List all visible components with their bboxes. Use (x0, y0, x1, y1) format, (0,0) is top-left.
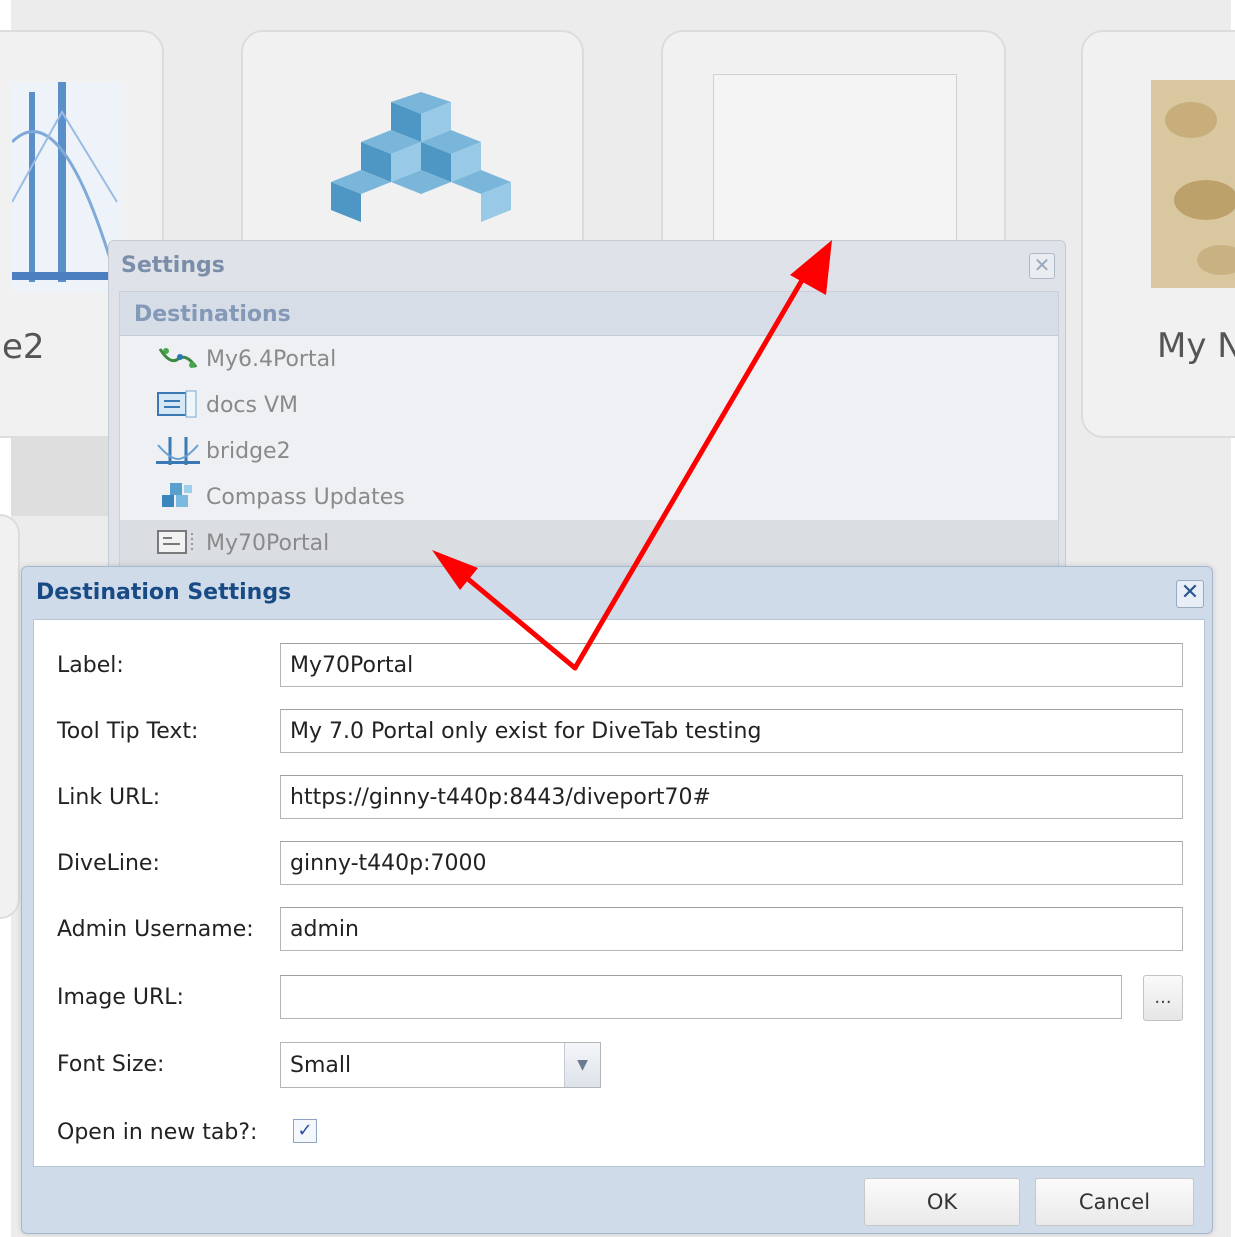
diveline-field-label: DiveLine: (57, 851, 160, 876)
settings-title: Settings (121, 253, 225, 278)
font-size-field-label: Font Size: (57, 1052, 165, 1077)
open-new-tab-row: Open in new tab?: ✓ (34, 1110, 1204, 1156)
label-input[interactable] (280, 643, 1183, 687)
browse-button[interactable]: ... (1143, 975, 1183, 1021)
bridge-image (12, 82, 122, 292)
destination-label: My6.4Portal (206, 346, 337, 372)
list-item[interactable]: docs VM (120, 382, 1058, 428)
destination-tile-blank[interactable] (661, 30, 1006, 270)
diveline-input[interactable] (280, 841, 1183, 885)
chevron-down-icon: ▼ (577, 1057, 588, 1073)
destination-label: bridge2 (206, 438, 291, 464)
destination-label: docs VM (206, 392, 299, 418)
form-icon (157, 530, 193, 554)
destinations-list: My6.4Portal docs VM bridge2 Compass Upda… (120, 336, 1058, 566)
tile-divider (11, 436, 121, 516)
portal-icon (158, 348, 198, 368)
close-icon: ✕ (1033, 253, 1051, 277)
tooltip-field-label: Tool Tip Text: (57, 719, 199, 744)
tile-label: e2 (2, 327, 45, 367)
destination-tile-my-n[interactable]: My N (1081, 30, 1235, 438)
checkmark-icon: ✓ (297, 1120, 313, 1141)
destination-settings-dialog: Destination Settings ✕ Label: Tool Tip T… (21, 566, 1213, 1234)
image-url-row: Image URL: ... (34, 975, 1204, 1021)
ok-button[interactable]: OK (864, 1178, 1020, 1226)
list-item[interactable]: Compass Updates (120, 474, 1058, 520)
leaves-image (1151, 80, 1235, 288)
blank-image (713, 74, 957, 242)
label-field-label: Label: (57, 653, 124, 678)
admin-username-field-label: Admin Username: (57, 917, 254, 942)
dialog-title: Destination Settings (36, 580, 292, 605)
link-url-input[interactable] (280, 775, 1183, 819)
destination-tile-compass[interactable] (241, 30, 584, 270)
admin-username-input[interactable] (280, 907, 1183, 951)
list-item[interactable]: bridge2 (120, 428, 1058, 474)
admin-username-row: Admin Username: (34, 907, 1204, 953)
tooltip-input[interactable] (280, 709, 1183, 753)
dialog-form: Label: Tool Tip Text: Link URL: DiveLine… (33, 619, 1205, 1167)
cancel-button[interactable]: Cancel (1035, 1178, 1194, 1226)
link-url-row: Link URL: (34, 775, 1204, 821)
destinations-header: Destinations (120, 292, 1058, 336)
settings-close-button[interactable]: ✕ (1029, 253, 1055, 279)
bridge-icon (156, 437, 200, 465)
cubes-image (331, 92, 511, 222)
dialog-close-button[interactable]: ✕ (1176, 580, 1204, 608)
destination-label: My70Portal (206, 530, 330, 556)
link-url-field-label: Link URL: (57, 785, 161, 810)
settings-window: Settings ✕ Destinations My6.4Portal docs… (108, 240, 1066, 581)
open-new-tab-checkbox[interactable]: ✓ (293, 1119, 317, 1143)
list-item[interactable]: My6.4Portal (120, 336, 1058, 382)
diveline-row: DiveLine: (34, 841, 1204, 887)
font-size-select[interactable]: Small ▼ (280, 1042, 601, 1088)
destinations-panel: Destinations My6.4Portal docs VM bridge2… (119, 291, 1059, 581)
list-item-selected[interactable]: My70Portal (120, 520, 1058, 566)
font-size-value: Small (290, 1053, 352, 1078)
image-url-input[interactable] (280, 975, 1122, 1019)
dropdown-trigger[interactable]: ▼ (564, 1043, 600, 1087)
image-url-field-label: Image URL: (57, 985, 184, 1010)
open-new-tab-field-label: Open in new tab?: (57, 1120, 258, 1145)
close-icon: ✕ (1180, 580, 1200, 605)
tile-label: My N (1157, 326, 1235, 366)
font-size-row: Font Size: Small ▼ (34, 1042, 1204, 1088)
destination-tile-partial[interactable] (0, 514, 20, 919)
tooltip-row: Tool Tip Text: (34, 709, 1204, 755)
cubes-icon (162, 483, 192, 507)
destination-label: Compass Updates (206, 484, 405, 510)
vm-icon (157, 390, 197, 418)
label-row: Label: (34, 643, 1204, 689)
